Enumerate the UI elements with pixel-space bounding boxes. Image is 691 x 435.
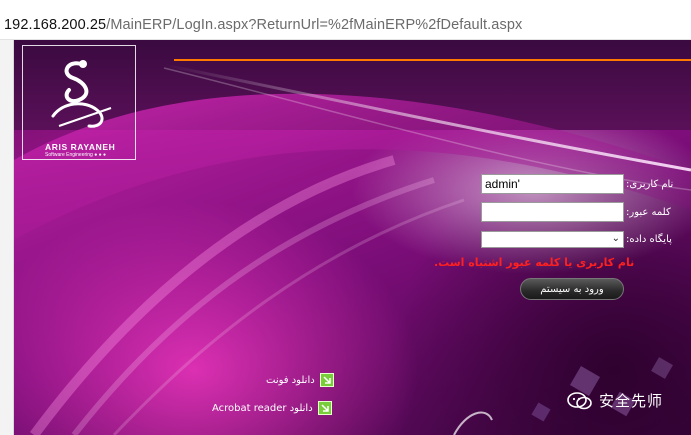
watermark: 安全先师 — [567, 390, 663, 411]
frame-border — [0, 40, 14, 435]
password-input[interactable] — [481, 202, 624, 222]
database-select[interactable]: ⌄ — [481, 231, 624, 248]
chevron-down-icon: ⌄ — [611, 233, 620, 244]
download-arrow-icon — [317, 401, 332, 415]
wechat-logo-icon — [567, 391, 593, 411]
company-logo: ARIS RAYANEH Software Engineering ● ● ● — [22, 45, 136, 160]
download-acrobat-link[interactable]: دانلود Acrobat reader — [212, 401, 332, 415]
download-acrobat-label: دانلود Acrobat reader — [212, 402, 313, 414]
logo-tagline: Software Engineering ● ● ● — [45, 152, 107, 158]
database-label: پایگاه داده: — [626, 234, 672, 245]
logo-mark-icon — [51, 60, 112, 128]
logo-company-name: ARIS RAYANEH — [45, 142, 116, 152]
download-arrow-icon — [319, 373, 334, 387]
address-bar[interactable]: 192.168.200.25/MainERP/LogIn.aspx?Return… — [0, 0, 691, 40]
password-label: کلمه عبور: — [626, 207, 671, 218]
username-label: نام کاربری: — [626, 179, 674, 190]
download-font-link[interactable]: دانلود فونت — [266, 373, 334, 387]
login-error-message: نام کاربری یا کلمه عبور اشتباه است. — [434, 256, 635, 269]
download-font-label: دانلود فونت — [266, 374, 315, 386]
url-path: /MainERP/LogIn.aspx?ReturnUrl=%2fMainERP… — [106, 17, 523, 33]
login-button[interactable]: ورود به سیستم — [520, 278, 624, 300]
url-host: 192.168.200.25 — [4, 17, 107, 33]
url-text[interactable]: 192.168.200.25/MainERP/LogIn.aspx?Return… — [4, 17, 522, 33]
username-input[interactable] — [481, 174, 624, 194]
header-accent-line — [174, 59, 691, 61]
login-page: ARIS RAYANEH Software Engineering ● ● ● … — [14, 40, 691, 435]
watermark-text: 安全先师 — [599, 392, 664, 410]
